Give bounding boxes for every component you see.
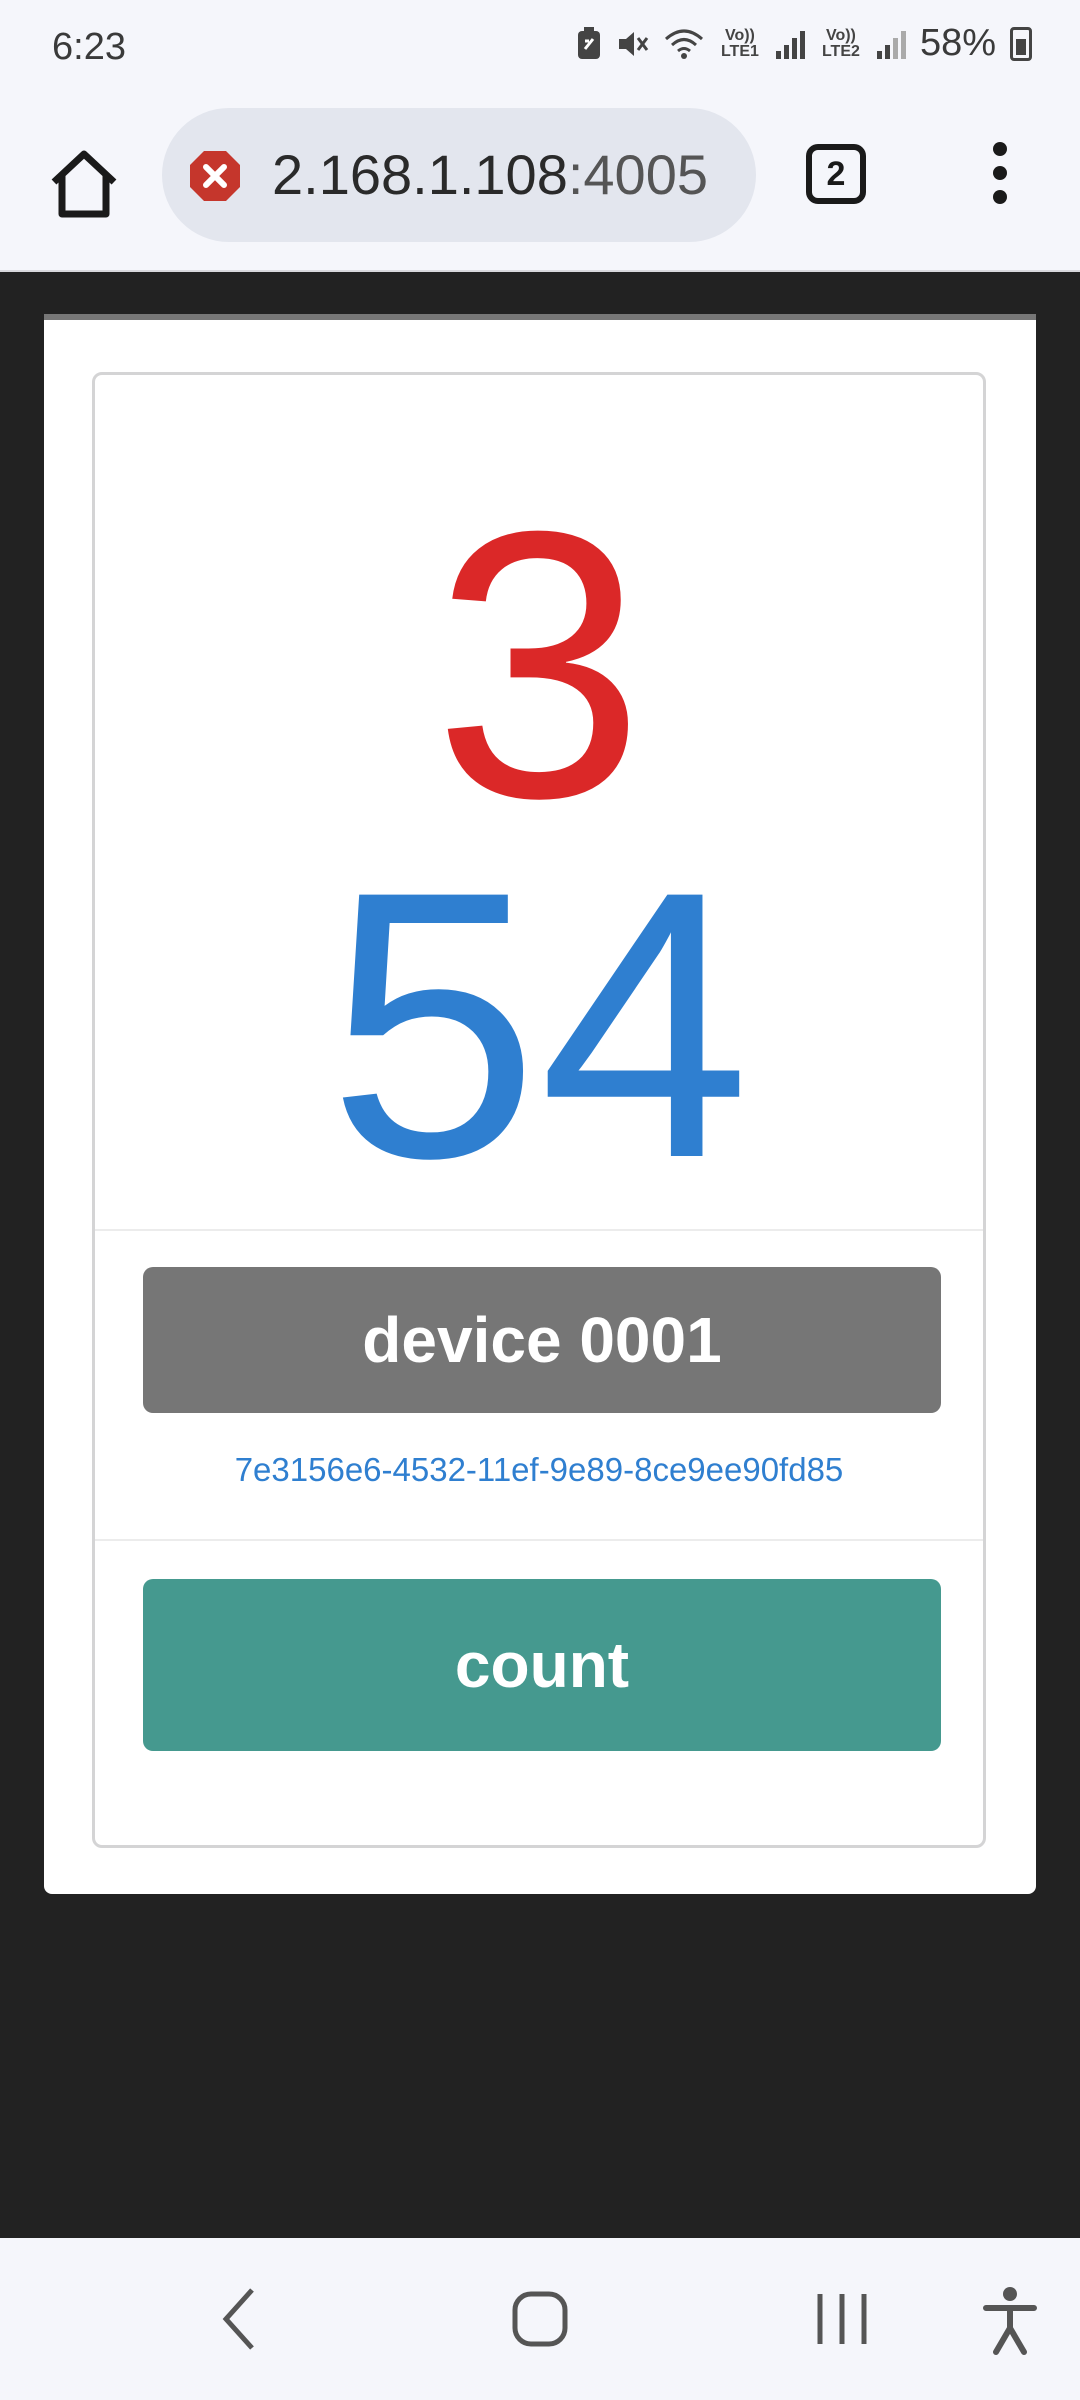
not-secure-icon[interactable] [188, 149, 242, 203]
page-frame: 3 54 device 0001 7e3156e6-4532-11ef-9e89… [44, 314, 1036, 1894]
counter-number-top: 3 [433, 452, 645, 877]
battery-saver-icon [576, 26, 602, 61]
mute-icon [616, 27, 650, 61]
back-icon[interactable] [218, 2282, 258, 2356]
browser-toolbar: 2.168.1.108:4005 2 [0, 100, 1080, 272]
count-button[interactable]: count [143, 1579, 941, 1751]
wifi-icon [664, 27, 704, 61]
status-icons: Vo)) LTE1 Vo)) LTE2 58% [576, 22, 1032, 65]
url-port: :4005 [567, 143, 708, 206]
status-time: 6:23 [52, 26, 126, 68]
accessibility-icon[interactable] [980, 2282, 1040, 2356]
divider [95, 1229, 983, 1231]
url-host: 2.168.1.108 [272, 143, 568, 206]
address-bar[interactable]: 2.168.1.108:4005 [162, 108, 756, 242]
url-text[interactable]: 2.168.1.108:4005 [272, 142, 708, 207]
counter-card: 3 54 device 0001 7e3156e6-4532-11ef-9e89… [92, 372, 986, 1848]
recents-icon[interactable] [812, 2282, 872, 2356]
battery-icon [1010, 26, 1032, 61]
status-bar: 6:23 Vo)) LTE1 Vo)) LTE2 58% [0, 0, 1080, 100]
system-nav-bar [0, 2238, 1080, 2400]
home-icon[interactable] [44, 144, 124, 224]
battery-percent: 58% [919, 22, 996, 64]
tabs-button[interactable]: 2 [806, 144, 866, 204]
signal-2-icon [876, 29, 906, 59]
device-label: device 0001 [143, 1267, 941, 1413]
sim1-lte-label: Vo)) LTE1 [720, 26, 759, 60]
signal-1-icon [775, 29, 805, 59]
divider [95, 1539, 983, 1541]
device-uuid: 7e3156e6-4532-11ef-9e89-8ce9ee90fd85 [234, 1451, 844, 1488]
home-circle-icon[interactable] [510, 2282, 570, 2356]
more-vert-icon[interactable] [980, 142, 1020, 212]
sim2-lte-label: Vo)) LTE2 [821, 26, 860, 60]
counter-number-bottom: 54 [327, 812, 751, 1237]
